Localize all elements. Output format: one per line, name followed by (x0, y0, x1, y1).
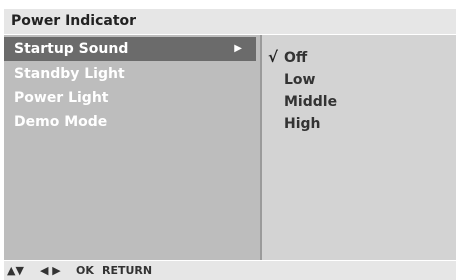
osd-menu: Power Indicator Startup Sound ▶ Standby … (0, 0, 460, 280)
menu-item-label: Demo Mode (14, 114, 108, 130)
navigation-hint-bar: ▲▼ ◀ ▶ OK RETURN (4, 261, 456, 280)
return-hint: RETURN (102, 264, 153, 277)
page-title: Power Indicator (4, 9, 456, 34)
option-off[interactable]: Off (284, 46, 307, 70)
submenu-arrow-icon: ▶ (234, 43, 242, 54)
menu-item-standby-light[interactable]: Standby Light (4, 62, 256, 86)
menu-list: Startup Sound ▶ Standby Light Power Ligh… (4, 35, 260, 260)
leftright-arrows-icon: ◀ ▶ (40, 264, 61, 277)
menu-item-power-light[interactable]: Power Light (4, 86, 256, 110)
option-low[interactable]: Low (284, 68, 315, 92)
menu-item-label: Power Light (14, 90, 109, 106)
check-icon: √ (268, 48, 279, 66)
option-high[interactable]: High (284, 112, 321, 136)
option-list: √ Off Low Middle High (260, 35, 456, 260)
updown-arrows-icon: ▲▼ (7, 264, 24, 277)
menu-item-label: Startup Sound (14, 41, 129, 57)
option-middle[interactable]: Middle (284, 90, 337, 114)
ok-hint: OK (76, 264, 94, 277)
menu-item-startup-sound[interactable]: Startup Sound ▶ (4, 37, 256, 61)
menu-item-label: Standby Light (14, 66, 125, 82)
menu-item-demo-mode[interactable]: Demo Mode (4, 110, 256, 134)
